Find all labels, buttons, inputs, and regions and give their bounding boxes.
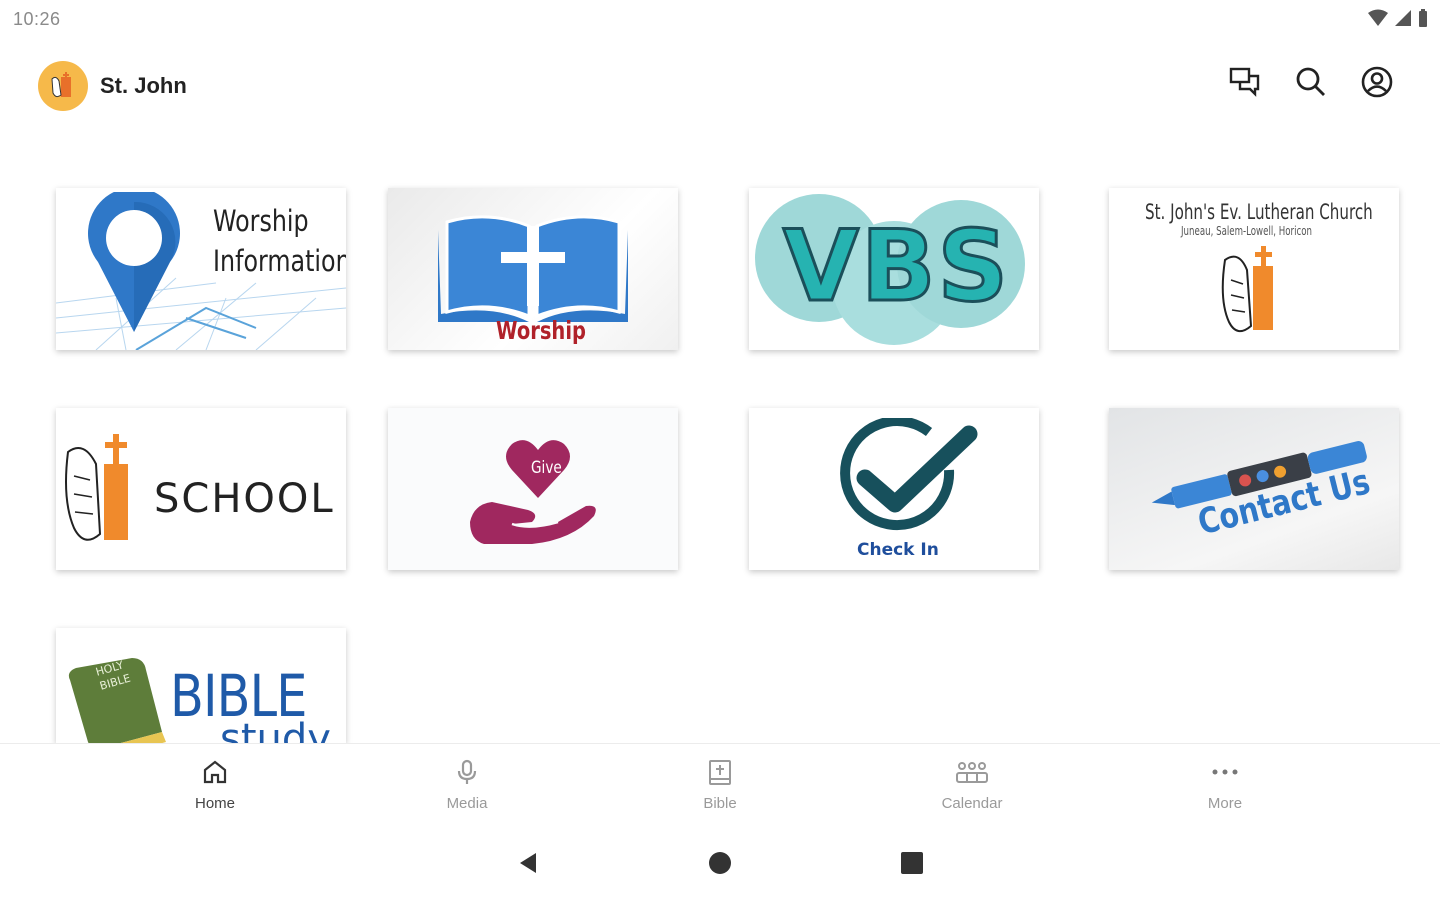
bottom-nav: Home Media Bible Calendar More	[0, 743, 1440, 823]
vbs-label: VBS	[781, 209, 1011, 326]
church-emblem-icon	[1217, 240, 1297, 345]
nav-calendar[interactable]: Calendar	[912, 744, 1032, 824]
chat-button[interactable]	[1226, 65, 1264, 103]
nav-media-label: Media	[446, 795, 488, 812]
app-title: St. John	[100, 73, 187, 98]
system-nav-bar	[0, 830, 1440, 900]
account-icon	[1361, 66, 1393, 103]
search-button[interactable]	[1292, 65, 1330, 103]
home-circle-icon	[708, 851, 732, 880]
church-logo[interactable]	[38, 61, 88, 111]
check-in-icon	[837, 416, 979, 545]
battery-icon	[1418, 9, 1428, 32]
microphone-icon	[453, 758, 481, 791]
worship-label: Worship	[496, 316, 586, 345]
nav-home-label: Home	[194, 795, 235, 812]
tile-church-info[interactable]: St. John's Ev. Lutheran Church Juneau, S…	[1109, 188, 1399, 350]
system-back-button[interactable]	[513, 850, 543, 880]
tile-check-in[interactable]: Check In	[749, 408, 1039, 570]
nav-bible-label: Bible	[703, 795, 737, 812]
status-bar: 10:26	[0, 0, 1440, 40]
system-home-button[interactable]	[705, 850, 735, 880]
app-bar: St. John	[0, 55, 1440, 119]
give-heart-hand-icon	[466, 426, 606, 555]
school-label: SCHOOL	[154, 476, 335, 522]
system-recents-button[interactable]	[897, 850, 927, 880]
recents-square-icon	[900, 851, 924, 880]
tile-give[interactable]: Give	[388, 408, 678, 570]
nav-media[interactable]: Media	[407, 744, 527, 824]
back-triangle-icon	[516, 851, 540, 880]
open-bible-icon	[433, 204, 633, 329]
nav-calendar-label: Calendar	[941, 795, 1003, 812]
church-locations: Juneau, Salem-Lowell, Horicon	[1181, 224, 1312, 238]
nav-more-label: More	[1207, 795, 1243, 812]
status-time: 10:26	[13, 9, 61, 29]
check-in-label: Check In	[857, 540, 939, 560]
search-icon	[1295, 66, 1327, 103]
account-button[interactable]	[1358, 65, 1396, 103]
signal-icon	[1394, 9, 1412, 32]
church-name: St. John's Ev. Lutheran Church	[1145, 200, 1373, 224]
worship-information-line1: Worship	[213, 204, 309, 238]
app-actions	[1226, 65, 1396, 103]
wifi-icon	[1368, 9, 1388, 32]
school-emblem-icon	[62, 430, 154, 555]
bible-icon	[706, 758, 734, 791]
nav-more[interactable]: More	[1165, 744, 1285, 824]
tile-school[interactable]: SCHOOL	[56, 408, 346, 570]
nav-home[interactable]: Home	[155, 744, 275, 824]
status-icons	[1368, 9, 1428, 32]
bible-study-subtitle: study	[220, 716, 331, 743]
tile-bible-study[interactable]: HOLY BIBLE BIBLE study	[56, 628, 346, 743]
tile-contact-us[interactable]: Contact Us	[1109, 408, 1399, 570]
tile-worship[interactable]: Worship	[388, 188, 678, 350]
nav-bible[interactable]: Bible	[660, 744, 780, 824]
worship-information-line2: Information	[213, 244, 346, 278]
more-icon	[1209, 758, 1241, 791]
tile-vbs[interactable]: VBS	[749, 188, 1039, 350]
calendar-icon	[954, 758, 990, 791]
chat-icon	[1229, 67, 1261, 102]
home-icon	[201, 758, 229, 791]
tile-worship-information[interactable]: Worship Information	[56, 188, 346, 350]
give-label: Give	[531, 458, 562, 478]
location-pin-icon	[84, 188, 184, 339]
